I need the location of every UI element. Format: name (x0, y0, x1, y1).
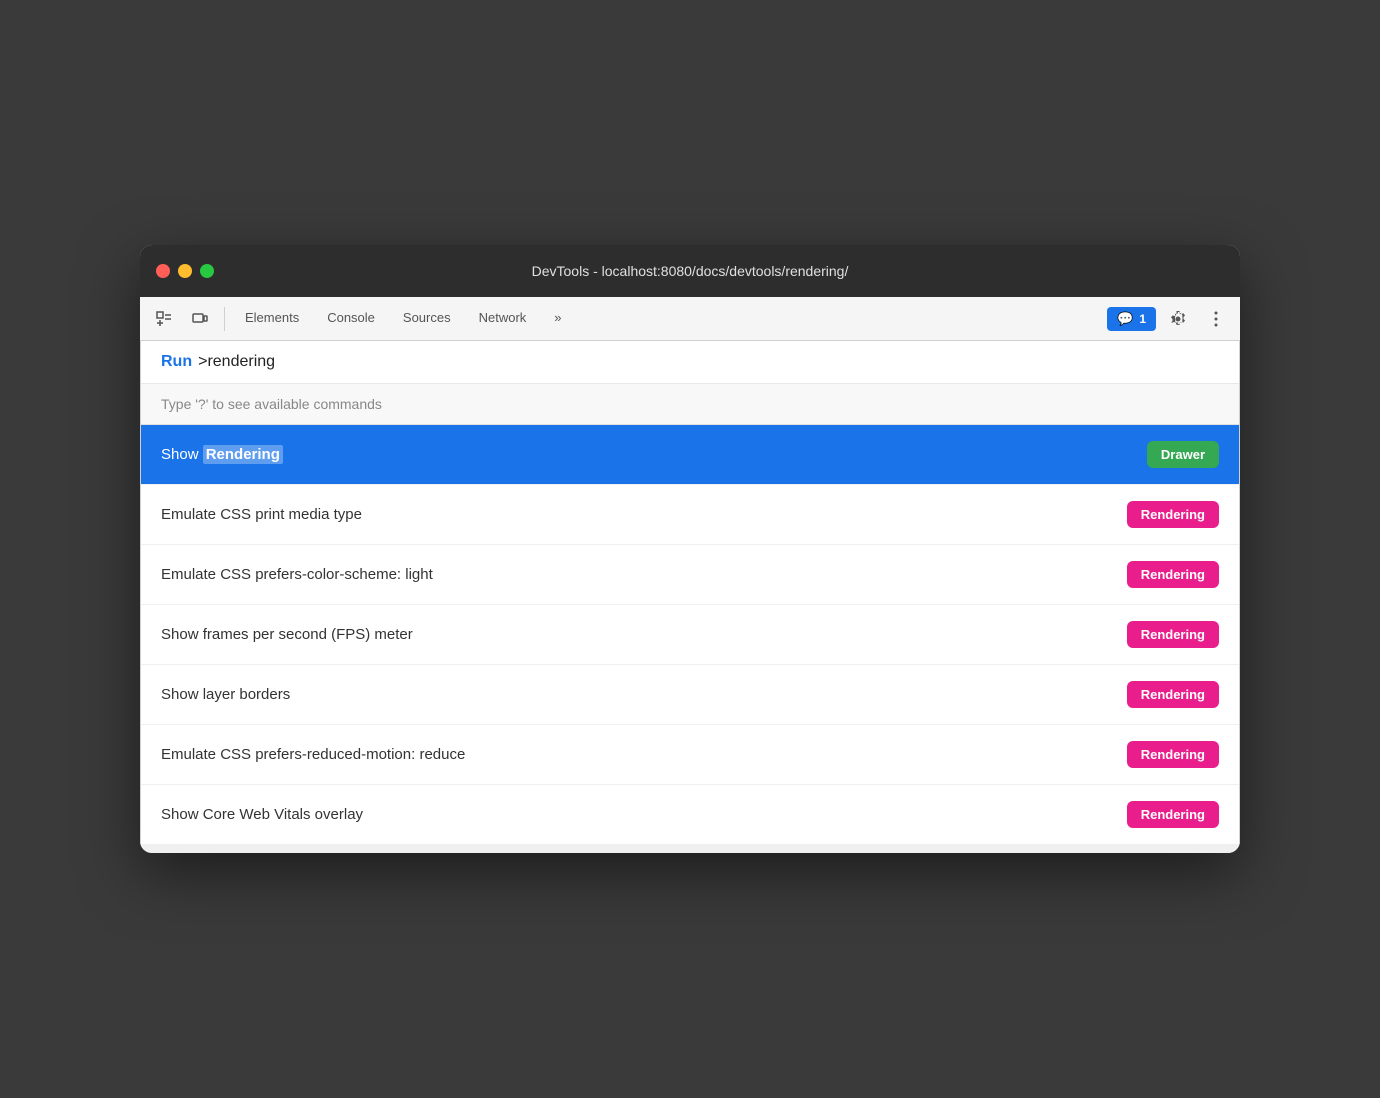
title-bar: DevTools - localhost:8080/docs/devtools/… (140, 245, 1240, 297)
tab-console[interactable]: Console (315, 297, 387, 341)
highlight-rendering: Rendering (203, 445, 283, 464)
toolbar-right: 💬 1 (1107, 303, 1232, 335)
command-text: >rendering (198, 353, 275, 371)
result-item-show-rendering[interactable]: Show Rendering Drawer (141, 425, 1239, 485)
device-icon[interactable] (184, 303, 216, 335)
hint-text: Type '?' to see available commands (161, 396, 382, 412)
close-button[interactable] (156, 264, 170, 278)
result-item-show-web-vitals[interactable]: Show Core Web Vitals overlay Rendering (141, 785, 1239, 845)
tag-rendering-3[interactable]: Rendering (1127, 621, 1219, 648)
tag-rendering-6[interactable]: Rendering (1127, 801, 1219, 828)
settings-icon[interactable] (1162, 303, 1194, 335)
toolbar: Elements Console Sources Network » 💬 1 (140, 297, 1240, 341)
hint-bar: Type '?' to see available commands (141, 384, 1239, 425)
result-item-emulate-print[interactable]: Emulate CSS print media type Rendering (141, 485, 1239, 545)
badge-icon: 💬 (1117, 311, 1133, 327)
window-bottom (140, 845, 1240, 853)
badge-count: 1 (1139, 312, 1146, 326)
result-label-show-rendering: Show Rendering (161, 446, 283, 463)
tab-network[interactable]: Network (467, 297, 539, 341)
result-label-emulate-reduced-motion: Emulate CSS prefers-reduced-motion: redu… (161, 746, 465, 763)
result-item-emulate-reduced-motion[interactable]: Emulate CSS prefers-reduced-motion: redu… (141, 725, 1239, 785)
tab-more[interactable]: » (542, 297, 573, 341)
console-badge-button[interactable]: 💬 1 (1107, 307, 1156, 331)
inspector-icon[interactable] (148, 303, 180, 335)
result-label-show-layer-borders: Show layer borders (161, 686, 290, 703)
tag-rendering-4[interactable]: Rendering (1127, 681, 1219, 708)
result-label-show-fps: Show frames per second (FPS) meter (161, 626, 413, 643)
minimize-button[interactable] (178, 264, 192, 278)
traffic-lights (156, 264, 214, 278)
command-bar: Run >rendering (141, 341, 1239, 384)
tab-sources[interactable]: Sources (391, 297, 463, 341)
more-menu-icon[interactable] (1200, 303, 1232, 335)
tag-drawer[interactable]: Drawer (1147, 441, 1219, 468)
maximize-button[interactable] (200, 264, 214, 278)
result-item-emulate-color-scheme[interactable]: Emulate CSS prefers-color-scheme: light … (141, 545, 1239, 605)
devtools-window: DevTools - localhost:8080/docs/devtools/… (140, 245, 1240, 853)
result-label-emulate-color-scheme: Emulate CSS prefers-color-scheme: light (161, 566, 433, 583)
tag-rendering-2[interactable]: Rendering (1127, 561, 1219, 588)
tag-rendering-5[interactable]: Rendering (1127, 741, 1219, 768)
content-area: Run >rendering Type '?' to see available… (140, 341, 1240, 845)
tag-rendering-1[interactable]: Rendering (1127, 501, 1219, 528)
result-item-show-layer-borders[interactable]: Show layer borders Rendering (141, 665, 1239, 725)
results-list: Show Rendering Drawer Emulate CSS print … (141, 425, 1239, 845)
tab-elements[interactable]: Elements (233, 297, 311, 341)
result-item-show-fps[interactable]: Show frames per second (FPS) meter Rende… (141, 605, 1239, 665)
window-title: DevTools - localhost:8080/docs/devtools/… (532, 263, 849, 279)
result-label-show-web-vitals: Show Core Web Vitals overlay (161, 806, 363, 823)
result-label-emulate-print: Emulate CSS print media type (161, 506, 362, 523)
run-label: Run (161, 353, 192, 371)
toolbar-divider (224, 307, 225, 331)
